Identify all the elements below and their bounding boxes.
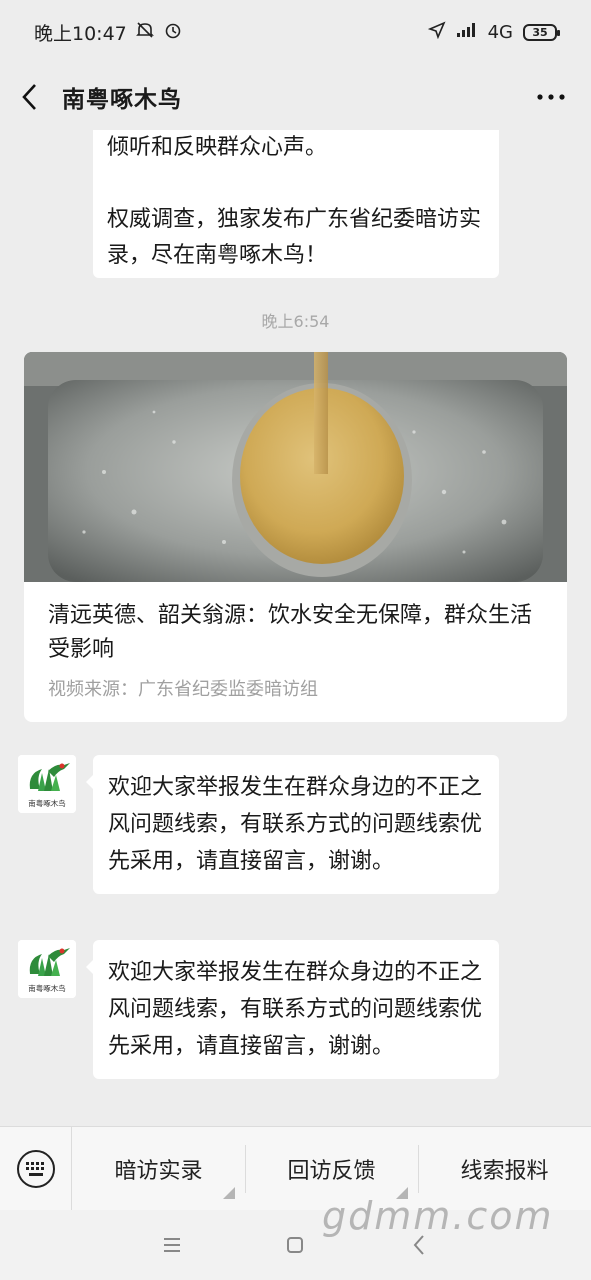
message-text: 倾听和反映群众心声。 — [107, 135, 328, 160]
article-title: 清远英德、韶关翁源：饮水安全无保障，群众生活受影响 — [48, 603, 533, 662]
clock: 晚上10:47 — [34, 22, 127, 45]
time-stamp: 晚上6:54 — [261, 312, 330, 331]
battery-icon: 35 — [523, 23, 560, 41]
recent-apps-button[interactable] — [152, 1225, 192, 1265]
battery-level: 35 — [532, 25, 548, 39]
avatar-label: 南粤啄木鸟 — [28, 798, 66, 808]
menu-item-label: 线索报料 — [460, 1158, 549, 1184]
avatar[interactable]: 南粤啄木鸟 — [18, 755, 76, 813]
chat-title: 南粤啄木鸟 — [62, 87, 182, 113]
article-card[interactable]: 清远英德、韶关翁源：饮水安全无保障，群众生活受影响 视频来源：广东省纪委监委暗访… — [24, 352, 567, 722]
message-list[interactable]: 倾听和反映群众心声。 权威调查，独家发布广东省纪委暗访实录，尽在南粤啄木鸟！ 晚… — [0, 130, 591, 1126]
signal-icon — [456, 22, 478, 43]
network-type: 4G — [487, 21, 513, 43]
message-bubble[interactable]: 欢迎大家举报发生在群众身边的不正之风问题线索，有联系方式的问题线索优先采用，请直… — [86, 755, 499, 894]
status-right: 4G 35 — [427, 20, 560, 44]
avatar-label: 南粤啄木鸟 — [28, 983, 66, 993]
watermark: gdmm.com — [322, 1194, 554, 1238]
woodpecker-logo-icon: 南粤啄木鸟 — [18, 755, 76, 813]
location-icon — [427, 20, 446, 44]
more-options-button[interactable] — [531, 77, 571, 117]
submenu-indicator-icon — [223, 1186, 235, 1199]
mute-icon — [135, 20, 155, 45]
message-text: 权威调查，独家发布广东省纪委暗访实录，尽在南粤啄木鸟！ — [107, 207, 482, 268]
message-bubble-previous[interactable]: 倾听和反映群众心声。 权威调查，独家发布广东省纪委暗访实录，尽在南粤啄木鸟！ — [93, 130, 499, 278]
square-icon — [287, 1237, 304, 1253]
keyboard-icon — [16, 1149, 55, 1188]
alarm-icon — [163, 20, 183, 45]
title-bar: 南粤啄木鸟 — [0, 64, 591, 130]
menu-item-undercover-records[interactable]: 暗访实录 — [72, 1127, 245, 1211]
keyboard-toggle-button[interactable] — [0, 1126, 72, 1211]
menu-lines-icon — [163, 1238, 180, 1252]
more-dots-icon — [537, 94, 565, 100]
status-bar: 晚上10:47 4G 35 — [0, 0, 591, 64]
message-bubble[interactable]: 欢迎大家举报发生在群众身边的不正之风问题线索，有联系方式的问题线索优先采用，请直… — [86, 940, 499, 1079]
menu-item-label: 回访反馈 — [287, 1158, 376, 1184]
status-left: 晚上10:47 — [34, 19, 183, 46]
back-button[interactable] — [20, 77, 50, 117]
article-source: 视频来源：广东省纪委监委暗访组 — [48, 679, 318, 700]
woodpecker-logo-icon: 南粤啄木鸟 — [18, 940, 76, 998]
home-button[interactable] — [275, 1225, 315, 1265]
chat-screen: 晚上10:47 4G 35 南粤啄木鸟 倾听和反映群众心声。 权威调查，独家发布… — [0, 0, 591, 1280]
chevron-left-icon — [22, 84, 36, 110]
article-cover-image — [24, 352, 567, 582]
menu-item-label: 暗访实录 — [114, 1158, 203, 1184]
avatar[interactable]: 南粤啄木鸟 — [18, 940, 76, 998]
